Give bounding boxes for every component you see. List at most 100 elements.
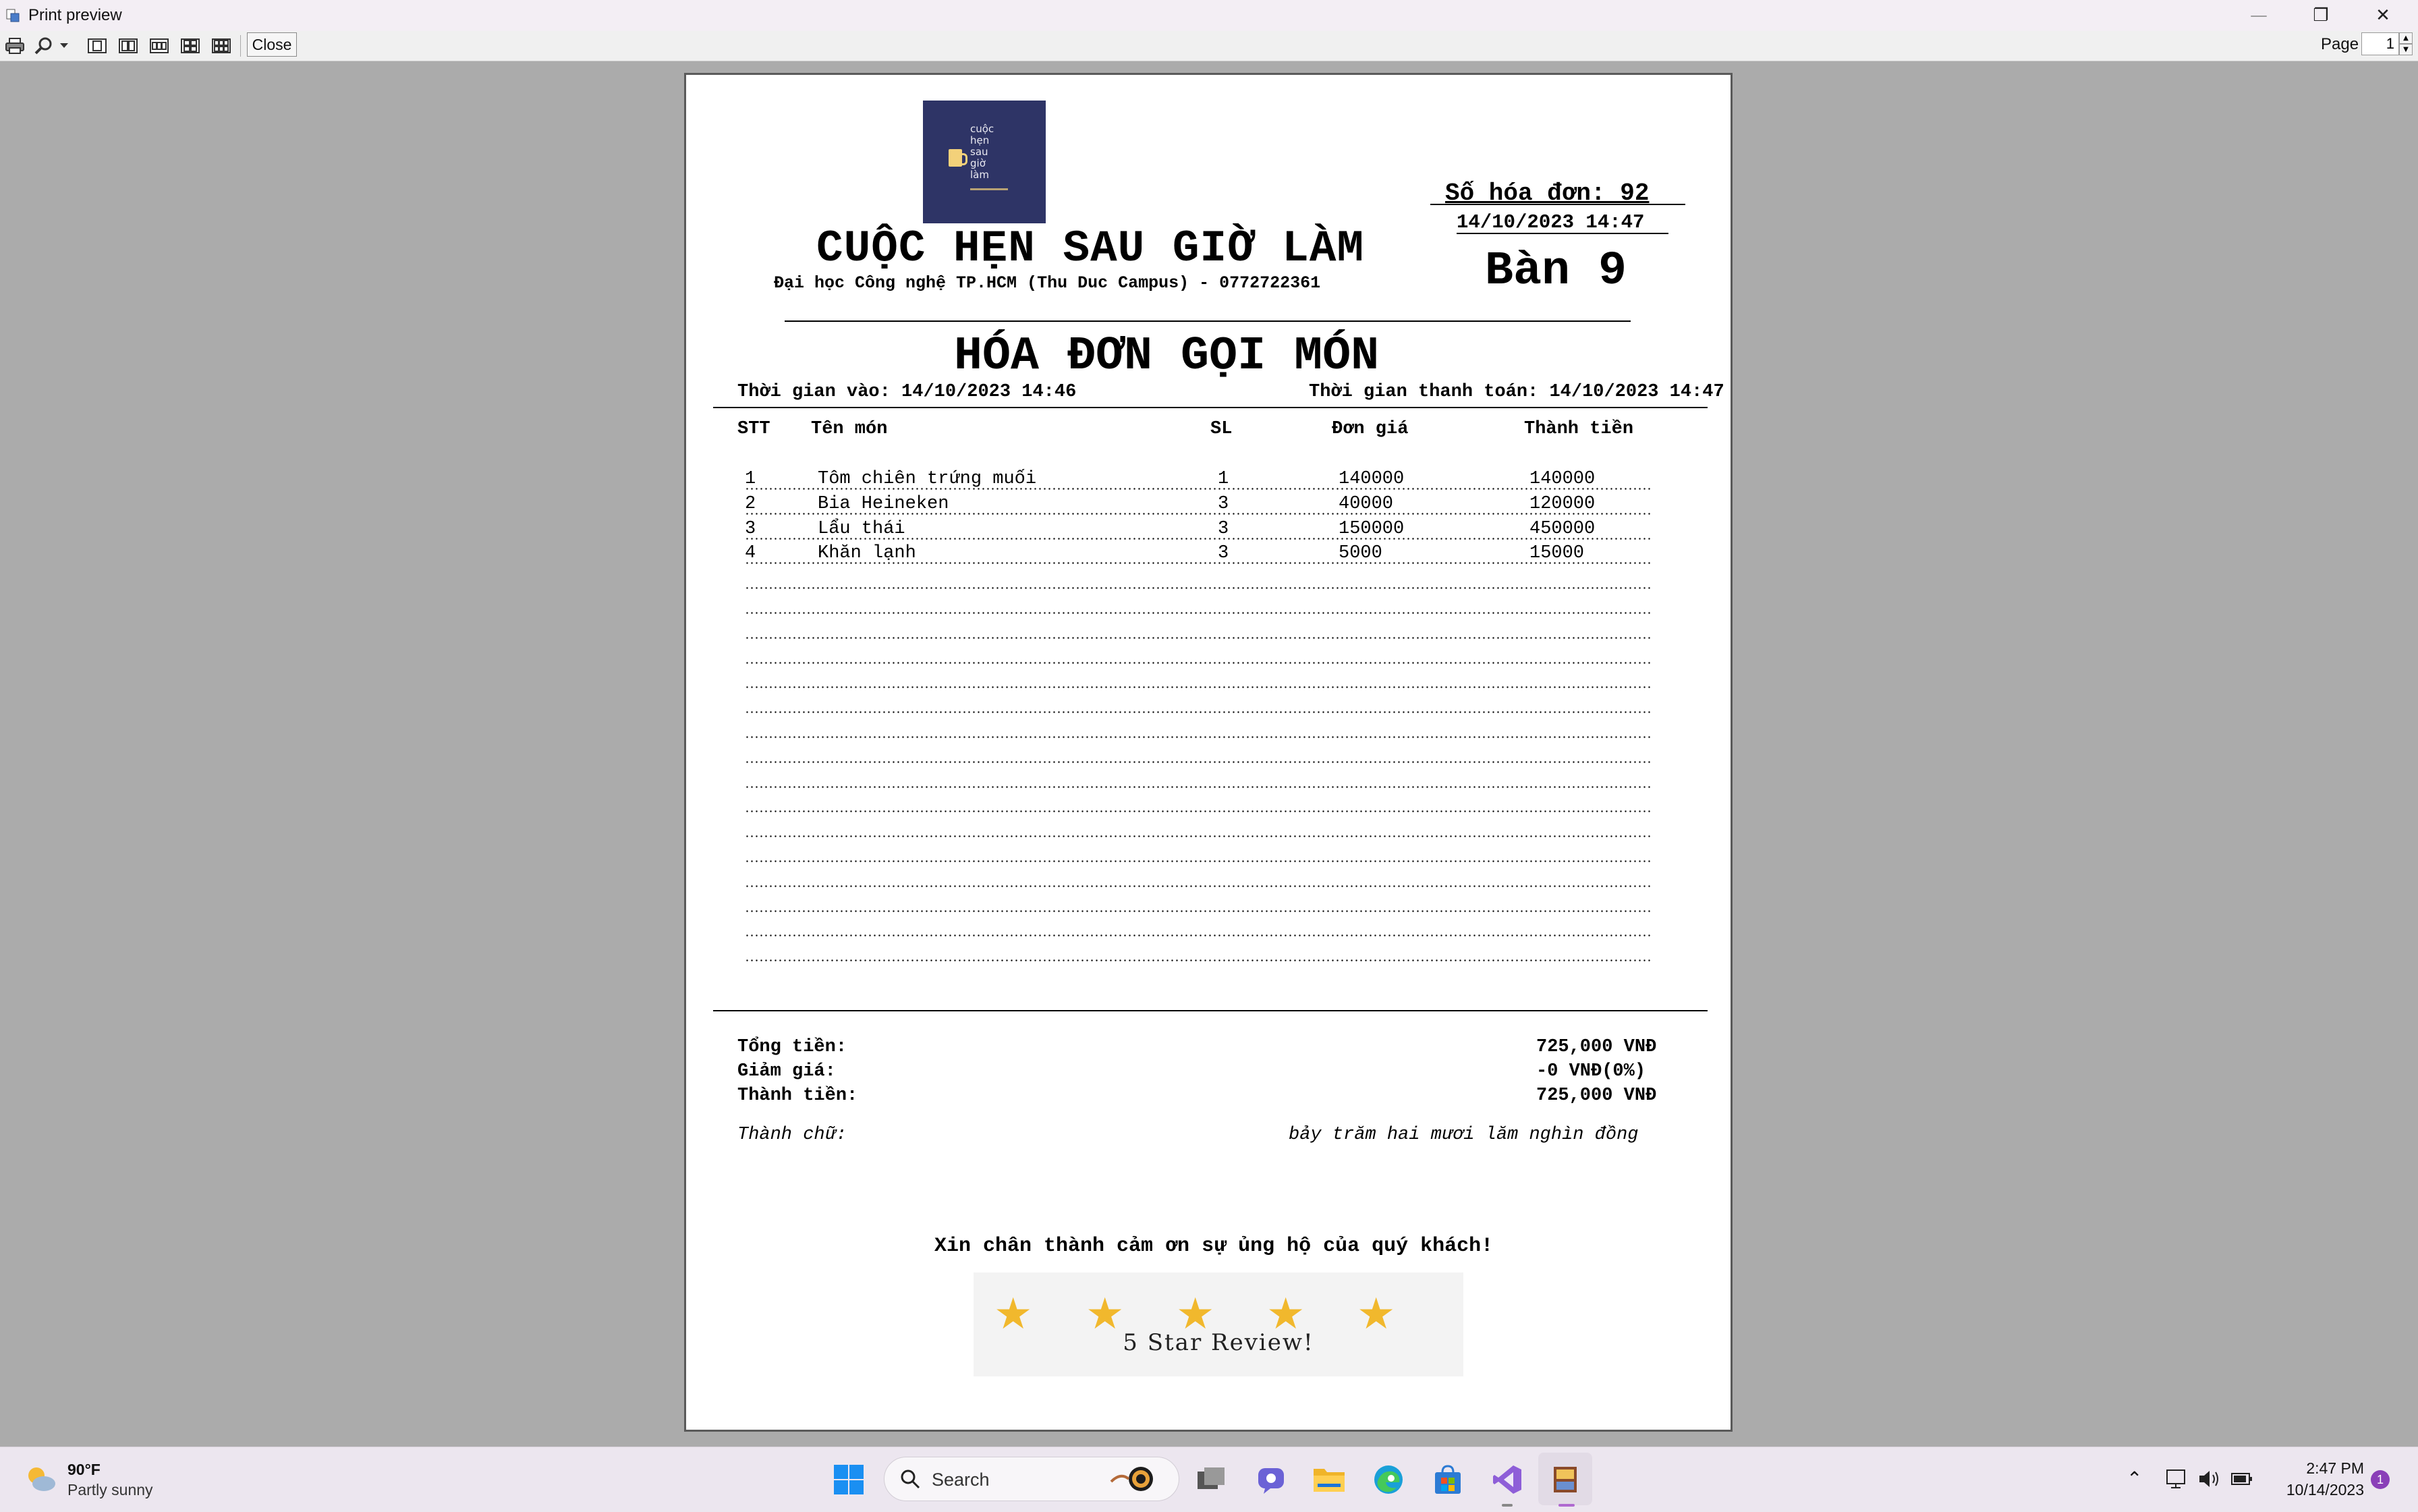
dotted-row-line <box>745 587 1650 589</box>
weather-temperature[interactable]: 90°F <box>67 1461 101 1479</box>
item-stt: 1 <box>745 469 756 489</box>
running-indicator <box>1502 1504 1513 1507</box>
clock-date[interactable]: 10/14/2023 <box>2274 1481 2364 1499</box>
dotted-row-line <box>745 686 1650 688</box>
microsoft-store-icon[interactable] <box>1429 1461 1467 1499</box>
item-stt: 4 <box>745 543 756 563</box>
items-top-rule <box>713 407 1708 408</box>
two-pages-icon[interactable] <box>117 36 139 55</box>
battery-icon[interactable] <box>2230 1470 2253 1490</box>
item-stt: 2 <box>745 494 756 514</box>
minimize-button[interactable]: — <box>2228 0 2290 31</box>
column-header-stt: STT <box>737 419 770 439</box>
volume-icon[interactable] <box>2198 1469 2221 1492</box>
search-icon <box>899 1468 921 1492</box>
dotted-row-line <box>745 488 1650 490</box>
dotted-row-line <box>745 736 1650 738</box>
dotted-row-line <box>745 612 1650 614</box>
toolbar-separator <box>240 35 241 57</box>
column-header-name: Tên món <box>811 419 888 439</box>
dotted-row-line <box>745 959 1650 961</box>
windows-start-icon[interactable] <box>830 1461 868 1499</box>
dropdown-arrow-icon[interactable] <box>59 36 69 55</box>
page-up-spinner[interactable]: ▲ <box>2399 32 2413 44</box>
amount-in-words-label: Thành chữ: <box>737 1125 847 1145</box>
zoom-icon[interactable] <box>32 36 55 55</box>
page-label: Page <box>2321 35 2359 53</box>
dotted-row-line <box>745 562 1650 564</box>
dotted-row-line <box>745 860 1650 862</box>
review-caption: 5 Star Review! <box>1123 1329 1314 1356</box>
preview-toolbar <box>0 31 2418 61</box>
item-qty: 3 <box>1218 543 1229 563</box>
beer-mug-icon <box>949 149 967 167</box>
dotted-row-line <box>745 835 1650 837</box>
invoice-number: Số hóa đơn: 92 <box>1445 179 1650 207</box>
taskbar-search-box[interactable]: Search <box>884 1457 1179 1501</box>
file-explorer-icon[interactable] <box>1310 1461 1348 1499</box>
partly-sunny-weather-icon[interactable] <box>24 1462 58 1496</box>
dotted-row-line <box>745 513 1650 515</box>
item-qty: 3 <box>1218 494 1229 514</box>
print-preview-app-icon <box>5 8 20 23</box>
dotted-row-line <box>745 761 1650 763</box>
time-in: Thời gian vào: 14/10/2023 14:46 <box>737 382 1077 402</box>
page-down-spinner[interactable]: ▼ <box>2399 44 2413 55</box>
six-pages-icon[interactable] <box>210 36 232 55</box>
dotted-row-line <box>745 810 1650 812</box>
print-icon[interactable] <box>4 36 26 55</box>
dotted-row-line <box>745 662 1650 664</box>
restaurant-app-icon[interactable] <box>1546 1461 1584 1499</box>
total-label: Thành tiền: <box>737 1086 858 1106</box>
thank-you-message: Xin chân thành cảm ơn sự ủng hộ của quý … <box>934 1235 1494 1258</box>
item-total: 140000 <box>1529 469 1596 489</box>
network-icon[interactable] <box>2166 1469 2187 1492</box>
time-paid: Thời gian thanh toán: 14/10/2023 14:47 <box>1309 382 1724 402</box>
item-stt: 3 <box>745 519 756 539</box>
logo-text: cuộc hẹn sau giờ làm <box>970 123 994 181</box>
item-total: 120000 <box>1529 494 1596 514</box>
store-name: CUỘC HẸN SAU GIỜ LÀM <box>816 223 1365 274</box>
header-divider <box>785 320 1631 322</box>
item-price: 5000 <box>1339 543 1382 563</box>
item-name: Khăn lạnh <box>818 543 916 563</box>
item-price: 40000 <box>1339 494 1394 514</box>
item-price: 140000 <box>1339 469 1405 489</box>
restore-button[interactable]: ❐ <box>2290 0 2352 31</box>
notification-badge[interactable]: 1 <box>2371 1470 2390 1489</box>
clock-time[interactable]: 2:47 PM <box>2297 1459 2364 1478</box>
weather-description[interactable]: Partly sunny <box>67 1481 153 1499</box>
edge-browser-icon[interactable] <box>1370 1461 1407 1499</box>
one-page-icon[interactable] <box>86 36 108 55</box>
store-logo: cuộc hẹn sau giờ làm <box>923 101 1046 223</box>
show-hidden-icons-chevron-icon[interactable]: ⌃ <box>2127 1467 2142 1490</box>
total-value: 725,000 VNĐ <box>1536 1086 1657 1106</box>
item-name: Bia Heineken <box>818 494 949 514</box>
invoice-number-rule <box>1430 204 1685 205</box>
close-preview-button[interactable]: Close <box>247 32 297 57</box>
invoice-datetime: 14/10/2023 14:47 <box>1457 211 1645 233</box>
five-star-review-image: ★ ★ ★ ★ ★ 5 Star Review! <box>974 1272 1463 1376</box>
window-title: Print preview <box>28 6 122 24</box>
item-total: 450000 <box>1529 519 1596 539</box>
item-total: 15000 <box>1529 543 1585 563</box>
invoice-datetime-rule <box>1457 233 1668 234</box>
page-number-input[interactable]: 1 <box>2361 32 2399 55</box>
close-window-button[interactable]: ✕ <box>2352 0 2414 31</box>
item-name: Lẩu thái <box>818 519 905 539</box>
item-qty: 3 <box>1218 519 1229 539</box>
four-pages-icon[interactable] <box>179 36 201 55</box>
teams-chat-icon[interactable] <box>1252 1461 1290 1499</box>
window-title-bar: Print preview — ❐ ✕ <box>0 0 2418 31</box>
taskbar: 90°F Partly sunny Search ⌃ 2:47 PM 10/14… <box>0 1447 2418 1512</box>
three-pages-icon[interactable] <box>148 36 170 55</box>
dotted-row-line <box>745 538 1650 540</box>
items-bottom-rule <box>713 1010 1708 1011</box>
subtotal-value: 725,000 VNĐ <box>1536 1037 1657 1057</box>
visual-studio-icon[interactable] <box>1488 1461 1526 1499</box>
task-view-icon[interactable] <box>1193 1461 1231 1499</box>
column-header-price: Đơn giá <box>1332 419 1409 439</box>
dotted-row-line <box>745 786 1650 788</box>
dotted-row-line <box>745 910 1650 912</box>
item-name: Tôm chiên trứng muối <box>818 469 1037 489</box>
